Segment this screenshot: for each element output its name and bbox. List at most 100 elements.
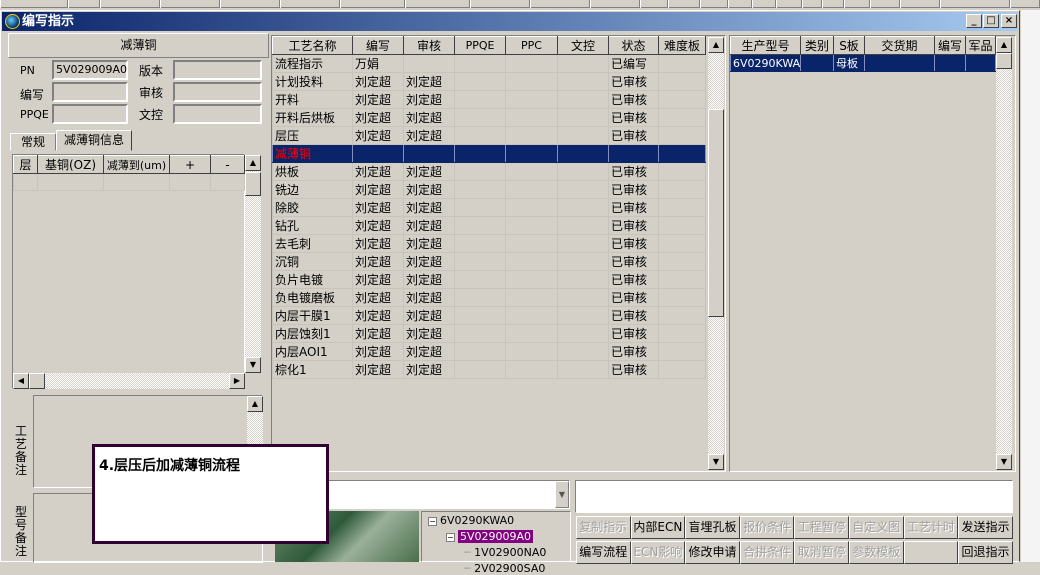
action-button[interactable]: 编写流程 <box>576 541 631 564</box>
process-row[interactable]: 去毛刺 刘定超 刘定超 已审核 <box>272 234 706 253</box>
process-col-header[interactable]: 难度板 <box>658 36 706 55</box>
col-base-copper[interactable]: 基铜(OZ) <box>37 155 104 174</box>
process-row[interactable]: 烘板 刘定超 刘定超 已审核 <box>272 162 706 181</box>
process-row[interactable]: 铣边 刘定超 刘定超 已审核 <box>272 180 706 199</box>
model-row[interactable]: 6V0290KWA0 母板 <box>730 54 996 72</box>
toolbar-button[interactable] <box>160 0 220 8</box>
process-row[interactable]: 减薄铜 <box>272 144 706 163</box>
col-minus[interactable]: - <box>210 155 245 174</box>
toolbar-button[interactable] <box>752 0 776 8</box>
toolbar-button[interactable] <box>940 0 1010 8</box>
process-row[interactable]: 钻孔 刘定超 刘定超 已审核 <box>272 216 706 235</box>
toolbar-button[interactable] <box>1010 0 1040 8</box>
toolbar-button[interactable] <box>802 0 822 8</box>
tree-item[interactable]: ┈ 1V02900NA0 <box>464 546 546 559</box>
toolbar-button[interactable] <box>340 0 405 8</box>
model-col-header[interactable]: 编写 <box>934 36 966 55</box>
process-row[interactable]: 开料后烘板 刘定超 刘定超 已审核 <box>272 108 706 127</box>
doc-control-field[interactable] <box>173 104 262 124</box>
scroll-right-arrow-icon[interactable]: ▶ <box>229 373 245 389</box>
ppqe-field[interactable] <box>52 104 128 124</box>
hscroll-thumb[interactable] <box>29 373 45 389</box>
process-row[interactable]: 负电镀磨板 刘定超 刘定超 已审核 <box>272 288 706 307</box>
scroll-thumb[interactable] <box>245 172 261 196</box>
toolbar-button[interactable] <box>0 0 68 8</box>
col-layer[interactable]: 层 <box>13 155 38 174</box>
process-col-header[interactable]: 编写 <box>352 36 404 55</box>
toolbar-button[interactable] <box>220 0 280 8</box>
process-row[interactable]: 计划投料 刘定超 刘定超 已审核 <box>272 72 706 91</box>
action-button[interactable]: 发送指示 <box>958 516 1013 539</box>
col-thin-to[interactable]: 减薄到(um) <box>103 155 170 174</box>
model-col-header[interactable]: S板 <box>833 36 865 55</box>
action-button[interactable]: 自定义图 <box>849 516 904 539</box>
action-button[interactable]: 修改申请 <box>685 541 740 564</box>
process-col-header[interactable]: PPQE <box>454 36 506 55</box>
action-button[interactable]: 回退指示 <box>958 541 1013 564</box>
action-button[interactable]: 参数模板 <box>849 541 904 564</box>
action-button[interactable]: 复制指示 <box>576 516 631 539</box>
toolbar-button[interactable] <box>530 0 590 8</box>
scroll-left-arrow-icon[interactable]: ◀ <box>13 373 29 389</box>
tree-collapse-icon[interactable]: − <box>446 533 455 542</box>
scroll-down-arrow-icon[interactable]: ▼ <box>708 454 724 470</box>
process-row[interactable]: 开料 刘定超 刘定超 已审核 <box>272 90 706 109</box>
toolbar-button[interactable] <box>728 0 752 8</box>
process-row[interactable]: 棕化1 刘定超 刘定超 已审核 <box>272 360 706 379</box>
toolbar-button[interactable] <box>280 0 340 8</box>
process-row[interactable]: 内层蚀刻1 刘定超 刘定超 已审核 <box>272 324 706 343</box>
remark-input[interactable] <box>575 480 1013 513</box>
tree-item[interactable]: −5V029009A0 <box>446 530 534 543</box>
action-button[interactable]: 取消暂停 <box>794 541 849 564</box>
process-col-header[interactable]: 审核 <box>403 36 455 55</box>
scroll-thumb[interactable] <box>708 109 724 317</box>
toolbar-button[interactable] <box>822 0 844 8</box>
scroll-up-arrow-icon[interactable]: ▲ <box>247 396 263 412</box>
writer-field[interactable] <box>52 82 128 102</box>
tab-general[interactable]: 常规 <box>10 133 56 151</box>
process-row[interactable]: 沉铜 刘定超 刘定超 已审核 <box>272 252 706 271</box>
model-col-header[interactable]: 类别 <box>800 36 834 55</box>
scroll-up-arrow-icon[interactable]: ▲ <box>996 37 1012 53</box>
action-button[interactable]: 工艺计时 <box>903 516 959 539</box>
tree-collapse-icon[interactable]: − <box>428 517 437 526</box>
thinning-grid-vscrollbar[interactable]: ▲ ▼ <box>245 155 261 373</box>
col-plus[interactable]: + <box>169 155 211 174</box>
toolbar-button[interactable] <box>405 0 470 8</box>
action-button[interactable]: 工程暂停 <box>794 516 849 539</box>
tab-copper-thinning-info[interactable]: 减薄铜信息 <box>56 130 132 151</box>
process-row[interactable]: 层压 刘定超 刘定超 已审核 <box>272 126 706 145</box>
version-field[interactable] <box>173 60 262 80</box>
action-button[interactable]: 内部ECN <box>630 516 686 539</box>
process-row[interactable]: 除胶 刘定超 刘定超 已审核 <box>272 198 706 217</box>
action-button[interactable]: 盲埋孔板 <box>685 516 740 539</box>
toolbar-button[interactable] <box>870 0 900 8</box>
action-button[interactable]: 合拼条件 <box>739 541 795 564</box>
toolbar-button[interactable] <box>844 0 870 8</box>
model-col-header[interactable]: 军品 <box>965 36 996 55</box>
model-col-header[interactable]: 交货期 <box>864 36 935 55</box>
action-button[interactable]: ECN影响 <box>630 541 686 564</box>
tree-item[interactable]: −6V0290KWA0 <box>428 514 514 527</box>
dropdown-arrow-icon[interactable]: ▼ <box>555 481 569 508</box>
scroll-up-arrow-icon[interactable]: ▲ <box>708 37 724 53</box>
scroll-up-arrow-icon[interactable]: ▲ <box>245 155 261 171</box>
toolbar-button[interactable] <box>640 0 668 8</box>
scroll-down-arrow-icon[interactable]: ▼ <box>996 454 1012 470</box>
process-col-header[interactable]: 状态 <box>608 36 659 55</box>
process-row[interactable]: 内层干膜1 刘定超 刘定超 已审核 <box>272 306 706 325</box>
close-button[interactable]: × <box>1001 14 1017 28</box>
toolbar-button[interactable] <box>776 0 802 8</box>
action-button[interactable]: 报价条件 <box>739 516 795 539</box>
toolbar-button[interactable] <box>470 0 530 8</box>
pn-field[interactable]: 5V029009A0 <box>52 60 128 80</box>
toolbar-button[interactable] <box>68 0 100 8</box>
thinning-grid-hscrollbar[interactable]: ◀ ▶ <box>13 373 245 389</box>
review-field[interactable] <box>173 82 262 102</box>
scroll-thumb[interactable] <box>996 53 1012 69</box>
toolbar-button[interactable] <box>668 0 700 8</box>
toolbar-button[interactable] <box>100 0 160 8</box>
process-col-header[interactable]: 工艺名称 <box>272 36 353 55</box>
toolbar-button[interactable] <box>590 0 640 8</box>
model-grid-scrollbar[interactable]: ▲ ▼ <box>996 37 1012 470</box>
